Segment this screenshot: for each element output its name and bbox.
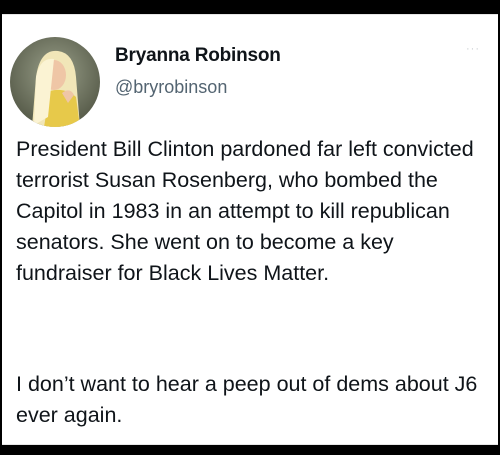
author-name[interactable]: Bryanna Robinson — [115, 45, 281, 67]
more-options-icon[interactable]: ··· — [466, 43, 480, 55]
tweet-text-paragraph-1: President Bill Clinton pardoned far left… — [16, 137, 474, 285]
screenshot-frame: Bryanna Robinson @bryrobinson ··· Presid… — [0, 0, 500, 455]
tweet-card: Bryanna Robinson @bryrobinson ··· Presid… — [2, 14, 498, 445]
avatar[interactable] — [10, 37, 100, 127]
author-handle[interactable]: @bryrobinson — [115, 77, 227, 98]
tweet-text-paragraph-2: I don’t want to hear a peep out of dems … — [16, 372, 478, 427]
